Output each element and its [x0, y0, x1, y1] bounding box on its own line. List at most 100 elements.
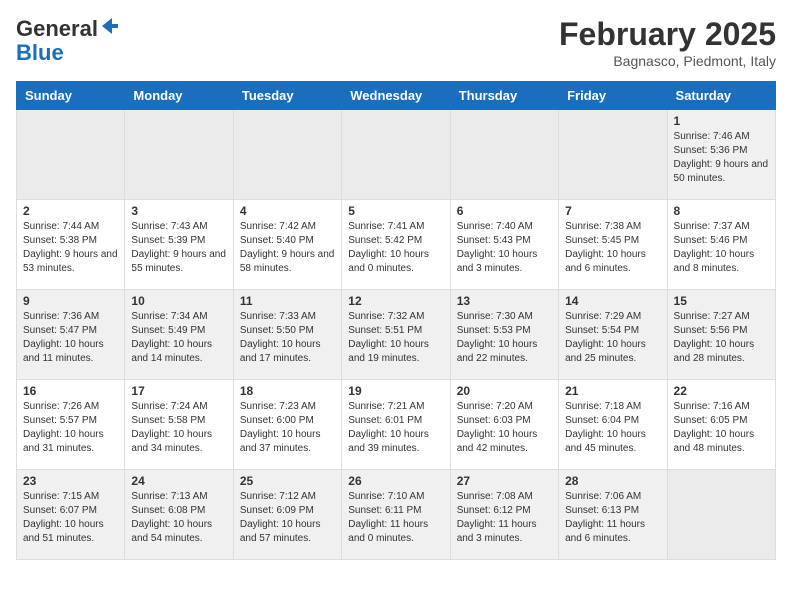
- day-info: Sunrise: 7:34 AM Sunset: 5:49 PM Dayligh…: [131, 310, 226, 366]
- calendar-cell: 2Sunrise: 7:44 AM Sunset: 5:38 PM Daylig…: [17, 200, 125, 290]
- col-header-sunday: Sunday: [17, 82, 125, 110]
- day-info: Sunrise: 7:43 AM Sunset: 5:39 PM Dayligh…: [131, 220, 226, 276]
- day-number: 11: [240, 294, 335, 308]
- day-number: 16: [23, 384, 118, 398]
- col-header-saturday: Saturday: [667, 82, 775, 110]
- day-number: 20: [457, 384, 552, 398]
- day-number: 23: [23, 474, 118, 488]
- day-number: 25: [240, 474, 335, 488]
- calendar-week-row: 1 Sunrise: 7:46 AM Sunset: 5:36 PM Daylig…: [17, 110, 776, 200]
- calendar-cell: 11Sunrise: 7:33 AM Sunset: 5:50 PM Dayli…: [233, 290, 341, 380]
- col-header-wednesday: Wednesday: [342, 82, 450, 110]
- day-info: Sunrise: 7:29 AM Sunset: 5:54 PM Dayligh…: [565, 310, 660, 366]
- day-info: Sunrise: 7:36 AM Sunset: 5:47 PM Dayligh…: [23, 310, 118, 366]
- day-number: 22: [674, 384, 769, 398]
- day-number: 7: [565, 204, 660, 218]
- day-info: Sunrise: 7:10 AM Sunset: 6:11 PM Dayligh…: [348, 490, 443, 546]
- day-info: Sunrise: 7:13 AM Sunset: 6:08 PM Dayligh…: [131, 490, 226, 546]
- day-info: Sunrise: 7:27 AM Sunset: 5:56 PM Dayligh…: [674, 310, 769, 366]
- day-number: 8: [674, 204, 769, 218]
- col-header-monday: Monday: [125, 82, 233, 110]
- day-number: 26: [348, 474, 443, 488]
- day-info: Sunrise: 7:46 AM Sunset: 5:36 PM Dayligh…: [674, 130, 769, 186]
- calendar-cell: 25 Sunrise: 7:12 AM Sunset: 6:09 PM Dayli…: [233, 470, 341, 560]
- calendar-subtitle: Bagnasco, Piedmont, Italy: [559, 53, 776, 69]
- day-number: 24: [131, 474, 226, 488]
- day-info: Sunrise: 7:30 AM Sunset: 5:53 PM Dayligh…: [457, 310, 552, 366]
- calendar-cell: 4Sunrise: 7:42 AM Sunset: 5:40 PM Daylig…: [233, 200, 341, 290]
- calendar-cell: 3 Sunrise: 7:43 AM Sunset: 5:39 PM Daylig…: [125, 200, 233, 290]
- day-info: Sunrise: 7:38 AM Sunset: 5:45 PM Dayligh…: [565, 220, 660, 276]
- day-number: 4: [240, 204, 335, 218]
- calendar-cell: 12 Sunrise: 7:32 AM Sunset: 5:51 PM Dayli…: [342, 290, 450, 380]
- day-info: Sunrise: 7:12 AM Sunset: 6:09 PM Dayligh…: [240, 490, 335, 546]
- day-number: 27: [457, 474, 552, 488]
- day-info: Sunrise: 7:16 AM Sunset: 6:05 PM Dayligh…: [674, 400, 769, 456]
- day-info: Sunrise: 7:21 AM Sunset: 6:01 PM Dayligh…: [348, 400, 443, 456]
- calendar-week-row: 16 Sunrise: 7:26 AM Sunset: 5:57 PM Dayli…: [17, 380, 776, 470]
- calendar-cell: 23 Sunrise: 7:15 AM Sunset: 6:07 PM Dayli…: [17, 470, 125, 560]
- calendar-header-row: SundayMondayTuesdayWednesdayThursdayFrid…: [17, 82, 776, 110]
- day-info: Sunrise: 7:06 AM Sunset: 6:13 PM Dayligh…: [565, 490, 660, 546]
- day-info: Sunrise: 7:23 AM Sunset: 6:00 PM Dayligh…: [240, 400, 335, 456]
- logo: General Blue: [16, 16, 120, 65]
- calendar-cell: 10Sunrise: 7:34 AM Sunset: 5:49 PM Dayli…: [125, 290, 233, 380]
- calendar-cell: [233, 110, 341, 200]
- calendar-week-row: 2Sunrise: 7:44 AM Sunset: 5:38 PM Daylig…: [17, 200, 776, 290]
- day-number: 12: [348, 294, 443, 308]
- day-number: 15: [674, 294, 769, 308]
- day-number: 1: [674, 114, 769, 128]
- calendar-week-row: 9 Sunrise: 7:36 AM Sunset: 5:47 PM Daylig…: [17, 290, 776, 380]
- calendar-cell: 13 Sunrise: 7:30 AM Sunset: 5:53 PM Dayli…: [450, 290, 558, 380]
- logo-arrow-icon: [100, 16, 120, 36]
- logo-blue-text: Blue: [16, 41, 120, 65]
- logo-text: General: [16, 16, 120, 41]
- day-info: Sunrise: 7:20 AM Sunset: 6:03 PM Dayligh…: [457, 400, 552, 456]
- calendar-cell: [125, 110, 233, 200]
- col-header-thursday: Thursday: [450, 82, 558, 110]
- col-header-tuesday: Tuesday: [233, 82, 341, 110]
- calendar-cell: 28 Sunrise: 7:06 AM Sunset: 6:13 PM Dayli…: [559, 470, 667, 560]
- day-number: 14: [565, 294, 660, 308]
- calendar-cell: 6 Sunrise: 7:40 AM Sunset: 5:43 PM Daylig…: [450, 200, 558, 290]
- logo-general: General: [16, 16, 98, 41]
- day-info: Sunrise: 7:26 AM Sunset: 5:57 PM Dayligh…: [23, 400, 118, 456]
- calendar-cell: [342, 110, 450, 200]
- day-info: Sunrise: 7:15 AM Sunset: 6:07 PM Dayligh…: [23, 490, 118, 546]
- day-number: 3: [131, 204, 226, 218]
- calendar-cell: 17 Sunrise: 7:24 AM Sunset: 5:58 PM Dayli…: [125, 380, 233, 470]
- day-info: Sunrise: 7:44 AM Sunset: 5:38 PM Dayligh…: [23, 220, 118, 276]
- calendar-cell: 16 Sunrise: 7:26 AM Sunset: 5:57 PM Dayli…: [17, 380, 125, 470]
- day-number: 9: [23, 294, 118, 308]
- day-info: Sunrise: 7:40 AM Sunset: 5:43 PM Dayligh…: [457, 220, 552, 276]
- day-number: 13: [457, 294, 552, 308]
- day-number: 6: [457, 204, 552, 218]
- calendar-cell: 20 Sunrise: 7:20 AM Sunset: 6:03 PM Dayli…: [450, 380, 558, 470]
- calendar-cell: 18 Sunrise: 7:23 AM Sunset: 6:00 PM Dayli…: [233, 380, 341, 470]
- calendar-cell: 27 Sunrise: 7:08 AM Sunset: 6:12 PM Dayli…: [450, 470, 558, 560]
- day-info: Sunrise: 7:18 AM Sunset: 6:04 PM Dayligh…: [565, 400, 660, 456]
- calendar-cell: 9 Sunrise: 7:36 AM Sunset: 5:47 PM Daylig…: [17, 290, 125, 380]
- day-info: Sunrise: 7:08 AM Sunset: 6:12 PM Dayligh…: [457, 490, 552, 546]
- calendar-title: February 2025: [559, 16, 776, 53]
- day-number: 5: [348, 204, 443, 218]
- calendar-cell: 1 Sunrise: 7:46 AM Sunset: 5:36 PM Daylig…: [667, 110, 775, 200]
- col-header-friday: Friday: [559, 82, 667, 110]
- day-number: 19: [348, 384, 443, 398]
- day-info: Sunrise: 7:37 AM Sunset: 5:46 PM Dayligh…: [674, 220, 769, 276]
- calendar-week-row: 23 Sunrise: 7:15 AM Sunset: 6:07 PM Dayli…: [17, 470, 776, 560]
- calendar-cell: 24 Sunrise: 7:13 AM Sunset: 6:08 PM Dayli…: [125, 470, 233, 560]
- day-info: Sunrise: 7:24 AM Sunset: 5:58 PM Dayligh…: [131, 400, 226, 456]
- calendar-table: SundayMondayTuesdayWednesdayThursdayFrid…: [16, 81, 776, 560]
- day-number: 17: [131, 384, 226, 398]
- day-number: 21: [565, 384, 660, 398]
- day-number: 28: [565, 474, 660, 488]
- calendar-cell: 7 Sunrise: 7:38 AM Sunset: 5:45 PM Daylig…: [559, 200, 667, 290]
- calendar-cell: [559, 110, 667, 200]
- day-number: 18: [240, 384, 335, 398]
- calendar-cell: 21 Sunrise: 7:18 AM Sunset: 6:04 PM Dayli…: [559, 380, 667, 470]
- calendar-cell: 5Sunrise: 7:41 AM Sunset: 5:42 PM Daylig…: [342, 200, 450, 290]
- day-info: Sunrise: 7:32 AM Sunset: 5:51 PM Dayligh…: [348, 310, 443, 366]
- calendar-cell: 19 Sunrise: 7:21 AM Sunset: 6:01 PM Dayli…: [342, 380, 450, 470]
- calendar-cell: [667, 470, 775, 560]
